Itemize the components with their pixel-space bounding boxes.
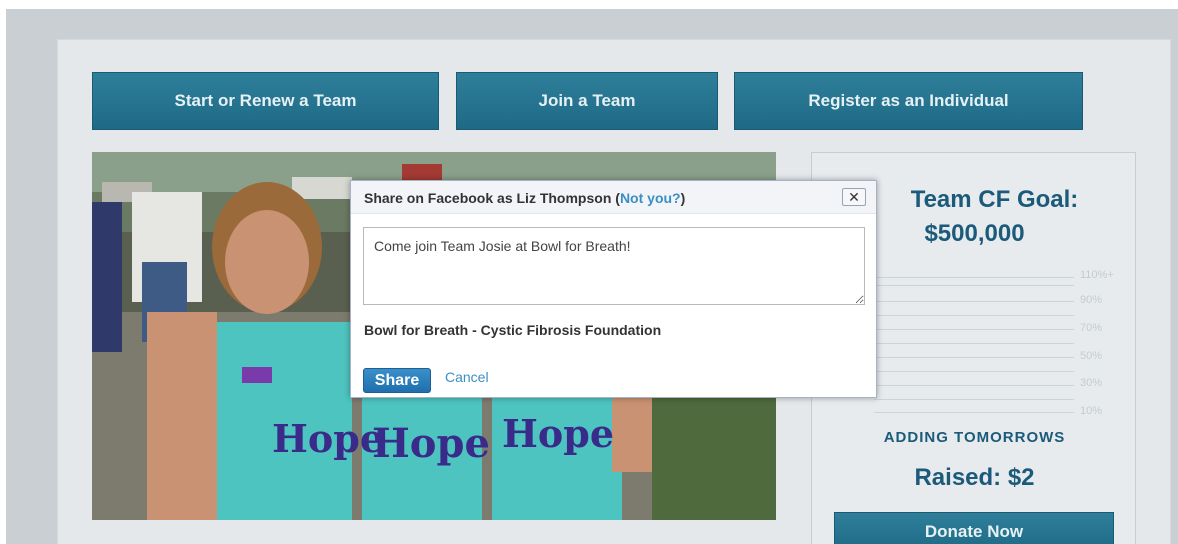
- dialog-title-suffix: ): [680, 190, 686, 206]
- thermometer-line: [874, 301, 1074, 302]
- cancel-link[interactable]: Cancel: [445, 369, 489, 385]
- thermometer-label: 110%+: [1080, 269, 1114, 281]
- donate-now-button[interactable]: Donate Now: [834, 512, 1114, 544]
- thermometer-line: [874, 329, 1074, 330]
- share-button[interactable]: Share: [363, 368, 431, 393]
- register-individual-button[interactable]: Register as an Individual: [734, 72, 1083, 130]
- thermometer-line: [874, 412, 1074, 413]
- start-renew-team-button[interactable]: Start or Renew a Team: [92, 72, 439, 130]
- share-message-input[interactable]: Come join Team Josie at Bowl for Breath!: [363, 227, 865, 305]
- thermometer-label: 70%: [1080, 322, 1103, 334]
- thermometer-line: [874, 315, 1074, 316]
- thermometer-line: [874, 371, 1074, 372]
- adding-tomorrows-text: ADDING TOMORROWS: [883, 429, 1066, 446]
- thermometer-line: [874, 285, 1074, 286]
- thermometer-line: [874, 385, 1074, 386]
- raised-amount: Raised: $2: [914, 464, 1035, 491]
- dialog-title: Share on Facebook as Liz Thompson (Not y…: [364, 190, 685, 206]
- thermometer-line: [874, 277, 1074, 278]
- thermometer-line: [874, 343, 1074, 344]
- thermometer-line: [874, 357, 1074, 358]
- not-you-link[interactable]: Not you?: [620, 190, 681, 206]
- thermometer-line: [874, 399, 1074, 400]
- shirt-text-1: Hope: [272, 416, 384, 461]
- thermometer-label: 30%: [1080, 377, 1103, 389]
- thermometer-label: 50%: [1080, 350, 1103, 362]
- dialog-title-prefix: Share on Facebook as Liz Thompson (: [364, 190, 620, 206]
- close-icon[interactable]: ✕: [842, 188, 866, 206]
- shared-link-title: Bowl for Breath - Cystic Fibrosis Founda…: [364, 322, 662, 338]
- shirt-text-2: Hope: [372, 420, 490, 467]
- thermometer-label: 10%: [1080, 405, 1103, 417]
- join-team-button[interactable]: Join a Team: [456, 72, 718, 130]
- thermometer-label: 90%: [1080, 294, 1103, 306]
- dialog-header: Share on Facebook as Liz Thompson (Not y…: [351, 181, 876, 214]
- facebook-share-dialog: Share on Facebook as Liz Thompson (Not y…: [350, 180, 877, 398]
- shirt-text-3: Hope: [502, 411, 614, 456]
